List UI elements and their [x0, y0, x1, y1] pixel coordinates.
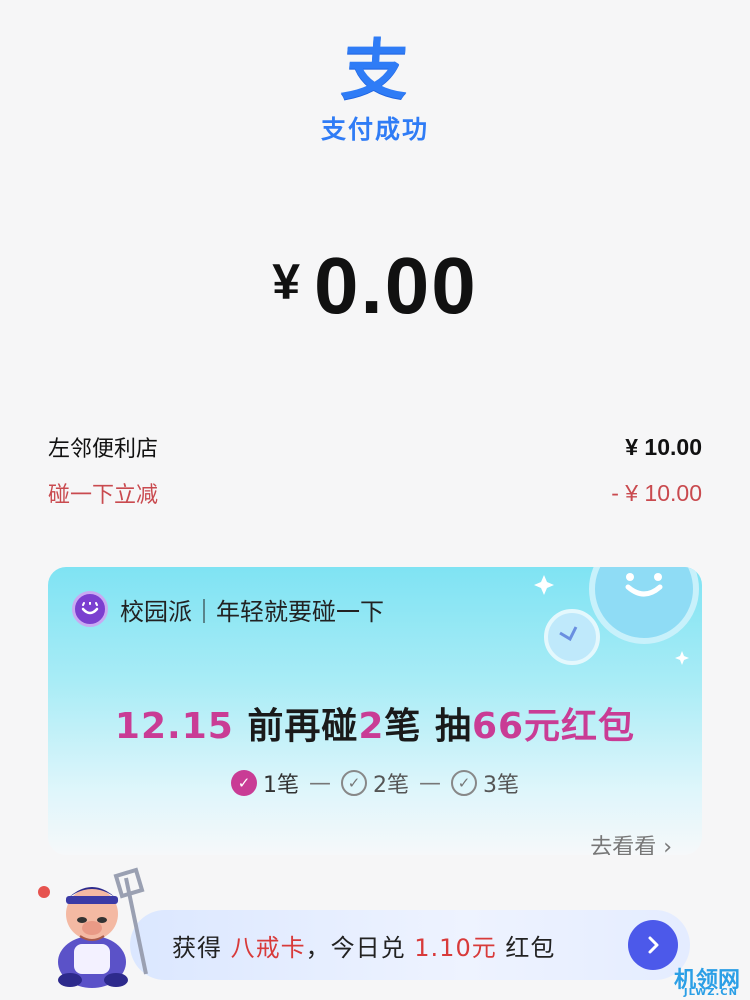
- banner-text-2: ，今日兑: [305, 933, 415, 962]
- currency-symbol: ¥: [272, 254, 301, 310]
- watermark-subtext: JLWZ.CN: [683, 987, 738, 998]
- check-icon: ✓: [341, 770, 367, 796]
- banner-arrow-button[interactable]: [628, 920, 678, 970]
- headline-date: 12.15: [114, 706, 234, 747]
- site-watermark: 机领网 JLWZ.CN: [674, 962, 740, 998]
- promo-headline: 12.15 前再碰2笔 抽66元红包: [48, 697, 702, 749]
- smile-badge-icon: [72, 591, 108, 627]
- payment-amount: ¥0.00: [0, 240, 750, 332]
- alipay-logo: 支: [0, 32, 750, 109]
- banner-text: 获得 八戒卡，今日兑 1.10元 红包: [172, 928, 555, 963]
- banner-text-1: 获得: [172, 933, 231, 962]
- banner-text-3: 红包: [496, 933, 556, 962]
- amount-value: 0.00: [314, 241, 478, 330]
- progress-steps: ✓ 1笔 — ✓ 2笔 — ✓ 3笔: [48, 767, 702, 799]
- banner-amount: 1.10元: [414, 933, 497, 962]
- step-label: 1笔: [263, 773, 299, 798]
- discount-row: 碰一下立减 - ¥ 10.00: [48, 476, 702, 510]
- check-icon: ✓: [231, 770, 257, 796]
- reward-banner[interactable]: 获得 八戒卡，今日兑 1.10元 红包: [130, 910, 690, 980]
- banner-card-name: 八戒卡: [230, 933, 306, 962]
- step-label: 2笔: [373, 773, 409, 798]
- merchant-name: 左邻便利店: [48, 437, 159, 462]
- discount-label: 碰一下立减: [48, 483, 159, 508]
- step-label: 3笔: [483, 773, 519, 798]
- surprise-sticker-icon: [534, 567, 699, 665]
- card-header: 校园派｜年轻就要碰一下: [72, 591, 384, 627]
- campus-promo-card[interactable]: 校园派｜年轻就要碰一下 12.15 前再碰2笔 抽66元红包 ✓ 1笔 — ✓ …: [48, 567, 702, 855]
- view-more-link[interactable]: 去看看 ›: [590, 829, 672, 855]
- step-2: ✓ 2笔: [341, 767, 409, 799]
- step-3: ✓ 3笔: [451, 767, 519, 799]
- chevron-right-icon: [648, 936, 659, 954]
- alipay-logo-icon: 支: [339, 32, 411, 109]
- headline-text-2: 笔 抽: [384, 706, 472, 747]
- headline-text-1: 前再碰: [233, 706, 359, 747]
- payment-status-title: 支付成功: [320, 115, 429, 144]
- card-title: 校园派｜年轻就要碰一下: [120, 597, 384, 626]
- discount-amount: - ¥ 10.00: [611, 479, 702, 506]
- step-separator: —: [309, 770, 331, 796]
- mascot-character-icon: [38, 867, 148, 988]
- merchant-row: 左邻便利店 ¥ 10.00: [48, 430, 702, 464]
- step-1: ✓ 1笔: [231, 767, 299, 799]
- headline-reward: 66元红包: [471, 706, 636, 747]
- merchant-amount: ¥ 10.00: [625, 433, 702, 460]
- headline-count: 2: [358, 706, 385, 747]
- check-icon: ✓: [451, 770, 477, 796]
- step-separator: —: [419, 770, 441, 796]
